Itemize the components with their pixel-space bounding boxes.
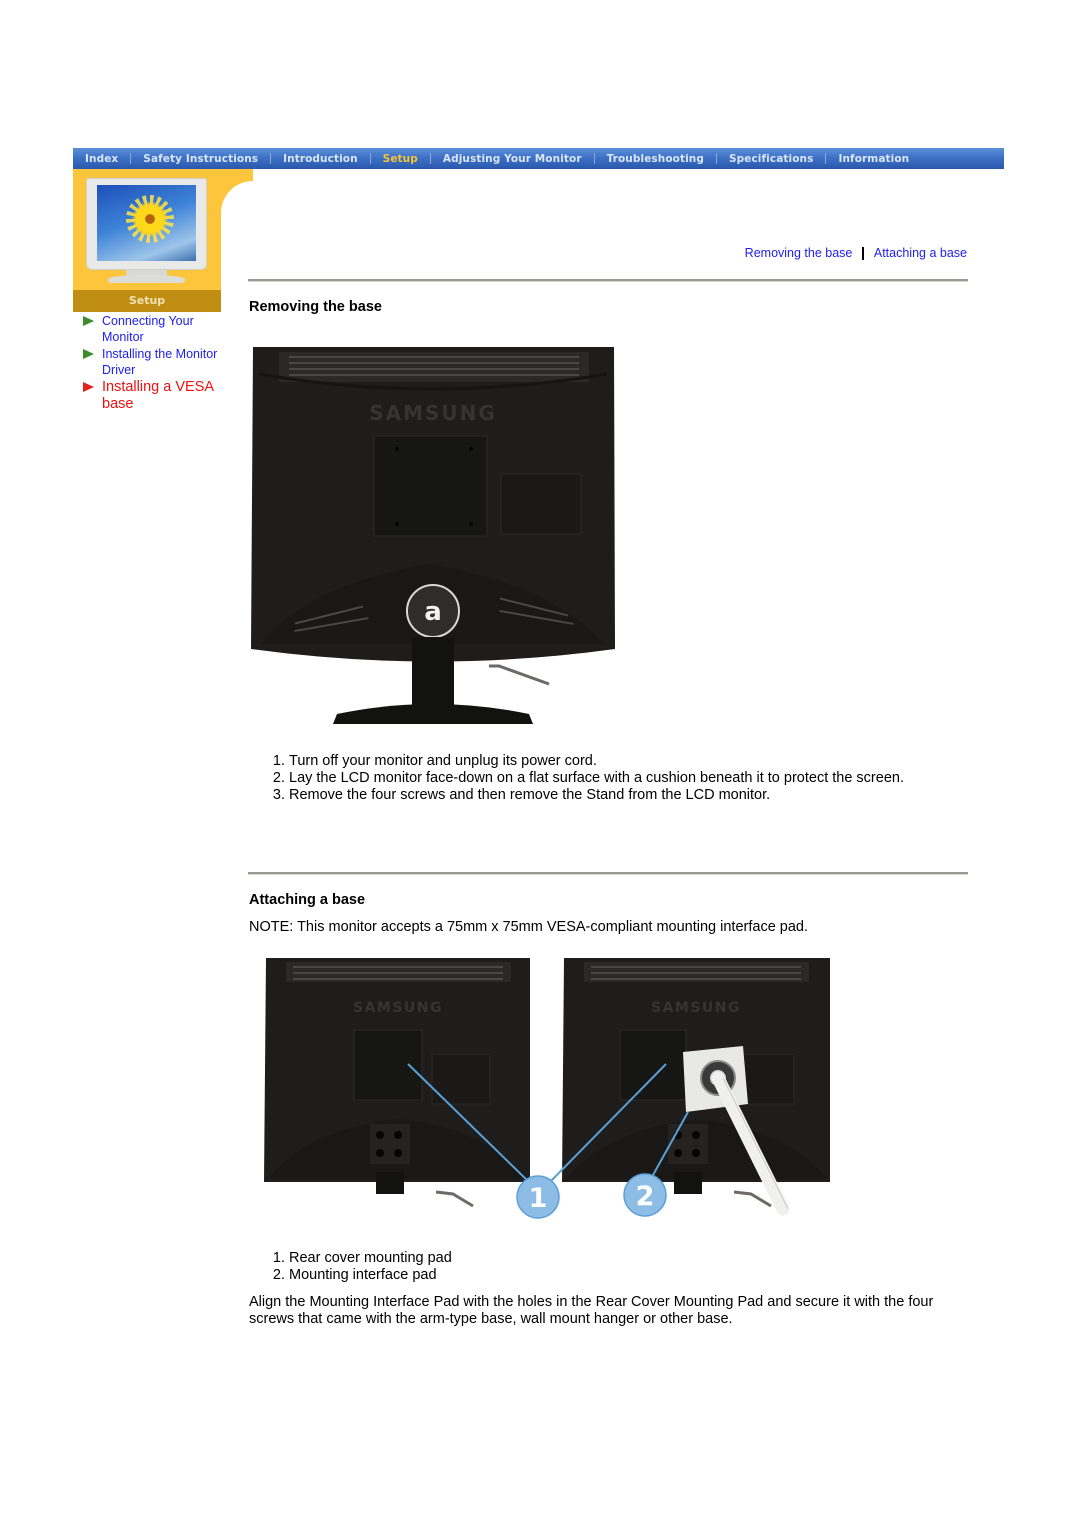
nav-divider: [130, 153, 132, 164]
nav-divider: [825, 153, 827, 164]
nav-divider: [270, 153, 272, 164]
removing-step: Remove the four screws and then remove t…: [289, 787, 904, 804]
removing-step: Lay the LCD monitor face-down on a flat …: [289, 770, 904, 787]
nav-introduction[interactable]: Introduction: [271, 153, 370, 165]
sidebar-item-installing-monitor-driver[interactable]: Installing the Monitor Driver: [80, 346, 230, 378]
sidebar-nav: Connecting Your Monitor Installing the M…: [80, 313, 230, 414]
nav-divider: [369, 153, 371, 164]
vesa-mount-plate: [373, 435, 488, 537]
arrow-right-icon: [83, 316, 94, 326]
callout-a-label: a: [424, 597, 442, 627]
rear-cover-mounting-pad: [353, 1029, 423, 1101]
parts-item: Mounting interface pad: [289, 1267, 452, 1284]
arrow-right-icon: [83, 349, 94, 359]
callout-1-label: 1: [529, 1183, 548, 1214]
section-links: Removing the base Attaching a base: [745, 246, 967, 260]
nav-divider: [593, 153, 595, 164]
flower-icon: [132, 201, 168, 237]
heading-removing-the-base: Removing the base: [249, 299, 382, 315]
samsung-logo-right: SAMSUNG: [651, 1000, 741, 1016]
divider: [248, 279, 968, 282]
stand-neck: [412, 637, 454, 707]
vesa-note: NOTE: This monitor accepts a 75mm x 75mm…: [249, 919, 809, 935]
monitor-foot: [108, 275, 185, 283]
nav-troubleshooting[interactable]: Troubleshooting: [595, 153, 716, 165]
link-separator: [862, 246, 864, 260]
nav-setup[interactable]: Setup: [371, 153, 430, 165]
sidebar-item-label[interactable]: Installing a VESA base: [102, 379, 230, 413]
monitor-rear-photo: SAMSUNG a: [249, 344, 617, 736]
sidebar-item-connecting-your-monitor[interactable]: Connecting Your Monitor: [80, 313, 230, 345]
sidebar-item-label[interactable]: Installing the Monitor Driver: [102, 346, 230, 378]
link-attaching-a-base[interactable]: Attaching a base: [874, 246, 967, 260]
nav-divider: [715, 153, 717, 164]
monitor-screen: [97, 185, 196, 261]
nav-index[interactable]: Index: [73, 153, 130, 165]
heading-attaching-a-base: Attaching a base: [249, 892, 366, 908]
monitor-bezel: [86, 178, 207, 270]
nav-information[interactable]: Information: [826, 153, 921, 165]
sidebar-item-label[interactable]: Connecting Your Monitor: [102, 313, 230, 345]
mounting-photo: SAMSUNG SAMSUNG 1 2: [258, 954, 838, 1222]
attaching-parts-list: Rear cover mounting pad Mounting interfa…: [249, 1250, 452, 1284]
sidebar-section-title: Setup: [73, 290, 221, 312]
divider: [248, 872, 968, 875]
nav-safety-instructions[interactable]: Safety Instructions: [131, 153, 270, 165]
arrow-right-icon: [83, 382, 94, 392]
removing-step: Turn off your monitor and unplug its pow…: [289, 753, 904, 770]
nav-divider: [429, 153, 431, 164]
removing-steps: Turn off your monitor and unplug its pow…: [249, 753, 904, 804]
callout-2-label: 2: [636, 1181, 655, 1212]
power-cord: [489, 664, 550, 686]
samsung-logo: SAMSUNG: [369, 401, 497, 425]
parts-item: Rear cover mounting pad: [289, 1250, 452, 1267]
link-removing-the-base[interactable]: Removing the base: [745, 246, 853, 260]
nav-adjusting-your-monitor[interactable]: Adjusting Your Monitor: [431, 153, 594, 165]
monitor-illustration: [86, 178, 207, 283]
top-nav: Index Safety Instructions Introduction S…: [73, 148, 1004, 169]
stand-base: [333, 704, 533, 724]
nav-specifications[interactable]: Specifications: [717, 153, 825, 165]
samsung-logo-left: SAMSUNG: [353, 1000, 443, 1016]
sidebar-item-installing-vesa-base[interactable]: Installing a VESA base: [80, 379, 230, 413]
attaching-instructions: Align the Mounting Interface Pad with th…: [249, 1294, 934, 1327]
label-sticker: [500, 473, 582, 535]
